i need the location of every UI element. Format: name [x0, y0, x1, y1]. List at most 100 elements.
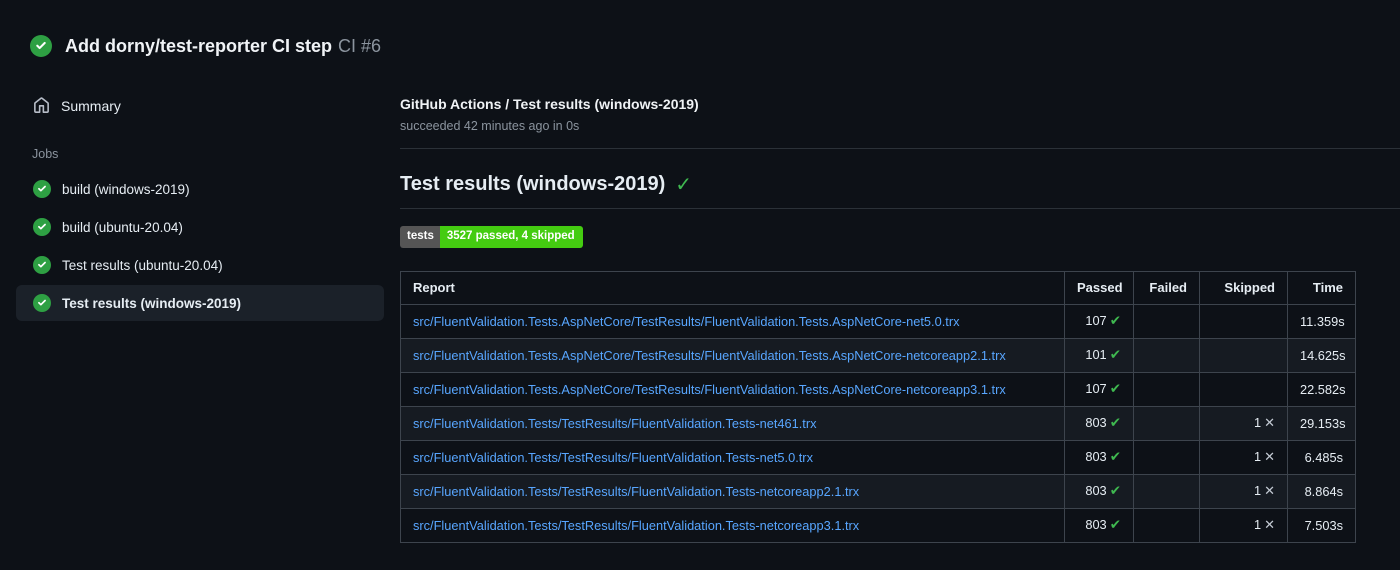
job-list: build (windows-2019) build (ubuntu-20.04)…: [0, 171, 400, 321]
report-link[interactable]: src/FluentValidation.Tests.AspNetCore/Te…: [413, 314, 1052, 329]
table-header-row: Report Passed Failed Skipped Time: [400, 270, 1356, 305]
job-item-label: Test results (windows-2019): [62, 295, 242, 311]
run-title-line: Add dorny/test-reporter CI step CI #6: [65, 36, 381, 57]
table-body: src/FluentValidation.Tests.AspNetCore/Te…: [400, 303, 1356, 543]
table-row: src/FluentValidation.Tests.AspNetCore/Te…: [400, 371, 1356, 407]
passed-cell: 803 ✔: [1064, 439, 1134, 475]
home-icon: [34, 97, 49, 113]
job-status-text: succeeded 42 minutes ago in 0s: [400, 119, 580, 133]
passed-check-icon: ✔: [1109, 483, 1121, 498]
tests-badge-value: 3527 passed, 4 skipped: [439, 226, 583, 248]
time-value: 7.503s: [1304, 517, 1343, 533]
passed-cell: 803 ✔: [1064, 405, 1134, 441]
passed-cell-value: 107: [1085, 381, 1107, 396]
column-header-passed: Passed: [1064, 270, 1134, 305]
passed-check-icon: ✔: [1109, 517, 1121, 532]
passed-check-icon: ✔: [1109, 449, 1121, 464]
section-heading: Test results (windows-2019) ✓: [400, 172, 1400, 197]
workflow-run-page: Add dorny/test-reporter CI step CI #6 Sum…: [0, 0, 1400, 570]
table-row: src/FluentValidation.Tests/TestResults/F…: [400, 473, 1356, 509]
run-title: Add dorny/test-reporter CI step: [65, 35, 333, 56]
main-content: GitHub Actions / Test results (windows-2…: [400, 62, 1400, 543]
job-success-check-icon: [33, 256, 51, 274]
table-row: src/FluentValidation.Tests/TestResults/F…: [400, 507, 1356, 543]
table-row: src/FluentValidation.Tests/TestResults/F…: [400, 405, 1356, 441]
report-link[interactable]: src/FluentValidation.Tests/TestResults/F…: [413, 416, 1052, 431]
passed-cell-value: 803: [1085, 415, 1107, 430]
time-cell: 22.582s: [1287, 371, 1356, 407]
job-success-check-icon: [33, 218, 51, 236]
report-link[interactable]: src/FluentValidation.Tests/TestResults/F…: [413, 450, 1052, 465]
job-item-label: build (ubuntu-20.04): [62, 219, 183, 235]
failed-cell: [1133, 371, 1200, 407]
passed-cell-value: 803: [1085, 449, 1107, 464]
column-header-report: Report: [400, 270, 1065, 305]
skipped-cell: 1 ✕: [1199, 405, 1288, 441]
tests-badge-label: tests: [400, 226, 440, 248]
time-cell: 7.503s: [1287, 507, 1356, 543]
run-header: Add dorny/test-reporter CI step CI #6: [0, 0, 1400, 62]
failed-cell: [1133, 439, 1200, 475]
skipped-cell: [1199, 337, 1288, 373]
skipped-x-icon: ✕: [1264, 483, 1275, 498]
failed-cell: [1133, 507, 1200, 543]
sidebar-job-item[interactable]: Test results (windows-2019): [16, 285, 384, 321]
passed-cell-value: 803: [1085, 517, 1107, 532]
job-item-label: Test results (ubuntu-20.04): [62, 257, 223, 273]
skipped-cell: [1199, 303, 1288, 339]
job-item-label: build (windows-2019): [62, 181, 190, 197]
passed-cell: 101 ✔: [1064, 337, 1134, 373]
passed-cell-value: 101: [1085, 347, 1107, 362]
passed-check-icon: ✔: [1109, 347, 1121, 362]
run-number: CI #6: [338, 35, 382, 56]
sidebar-job-item[interactable]: Test results (ubuntu-20.04): [16, 247, 384, 283]
skipped-x-icon: ✕: [1264, 415, 1275, 430]
time-value: 22.582s: [1300, 381, 1346, 397]
skipped-cell-value: 1: [1253, 517, 1262, 532]
sidebar-job-item[interactable]: build (ubuntu-20.04): [16, 209, 384, 245]
run-success-check-icon: [30, 35, 52, 57]
column-header-skipped: Skipped: [1199, 270, 1288, 305]
passed-check-icon: ✔: [1109, 415, 1121, 430]
time-value: 14.625s: [1300, 347, 1346, 363]
passed-cell: 107 ✔: [1064, 371, 1134, 407]
table-row: src/FluentValidation.Tests/TestResults/F…: [400, 439, 1356, 475]
passed-cell-value: 107: [1085, 313, 1107, 328]
passed-check-icon: ✔: [1109, 381, 1121, 396]
job-success-check-icon: [33, 180, 51, 198]
passed-cell-value: 803: [1085, 483, 1107, 498]
report-link[interactable]: src/FluentValidation.Tests.AspNetCore/Te…: [413, 348, 1052, 363]
tests-badge: tests 3527 passed, 4 skipped: [400, 226, 583, 248]
passed-cell: 803 ✔: [1064, 473, 1134, 509]
time-cell: 14.625s: [1287, 337, 1356, 373]
failed-cell: [1133, 405, 1200, 441]
report-link[interactable]: src/FluentValidation.Tests/TestResults/F…: [413, 518, 1052, 533]
skipped-cell-value: 1: [1253, 483, 1262, 498]
skipped-cell-value: 1: [1253, 449, 1262, 464]
failed-cell: [1133, 337, 1200, 373]
column-header-failed: Failed: [1133, 270, 1200, 305]
sidebar-item-summary[interactable]: Summary: [16, 88, 384, 123]
skipped-cell: 1 ✕: [1199, 507, 1288, 543]
report-link[interactable]: src/FluentValidation.Tests/TestResults/F…: [413, 484, 1052, 499]
time-cell: 11.359s: [1287, 303, 1356, 339]
jobs-section-label: Jobs: [32, 147, 59, 161]
time-value: 11.359s: [1300, 313, 1345, 329]
header-divider: [400, 148, 1400, 149]
passed-cell: 803 ✔: [1064, 507, 1134, 543]
table-row: src/FluentValidation.Tests.AspNetCore/Te…: [400, 303, 1356, 339]
passed-check-icon: ✔: [1109, 313, 1121, 328]
skipped-x-icon: ✕: [1264, 517, 1275, 532]
time-cell: 6.485s: [1287, 439, 1356, 475]
skipped-cell: 1 ✕: [1199, 439, 1288, 475]
sidebar-job-item[interactable]: build (windows-2019): [16, 171, 384, 207]
time-cell: 29.153s: [1287, 405, 1356, 441]
column-header-time: Time: [1287, 270, 1356, 305]
report-link[interactable]: src/FluentValidation.Tests.AspNetCore/Te…: [413, 382, 1052, 397]
job-title: GitHub Actions / Test results (windows-2…: [400, 96, 699, 112]
skipped-cell: 1 ✕: [1199, 473, 1288, 509]
table-row: src/FluentValidation.Tests.AspNetCore/Te…: [400, 337, 1356, 373]
section-title: Test results (windows-2019): [400, 173, 666, 195]
time-value: 8.864s: [1304, 483, 1343, 499]
passed-cell: 107 ✔: [1064, 303, 1134, 339]
